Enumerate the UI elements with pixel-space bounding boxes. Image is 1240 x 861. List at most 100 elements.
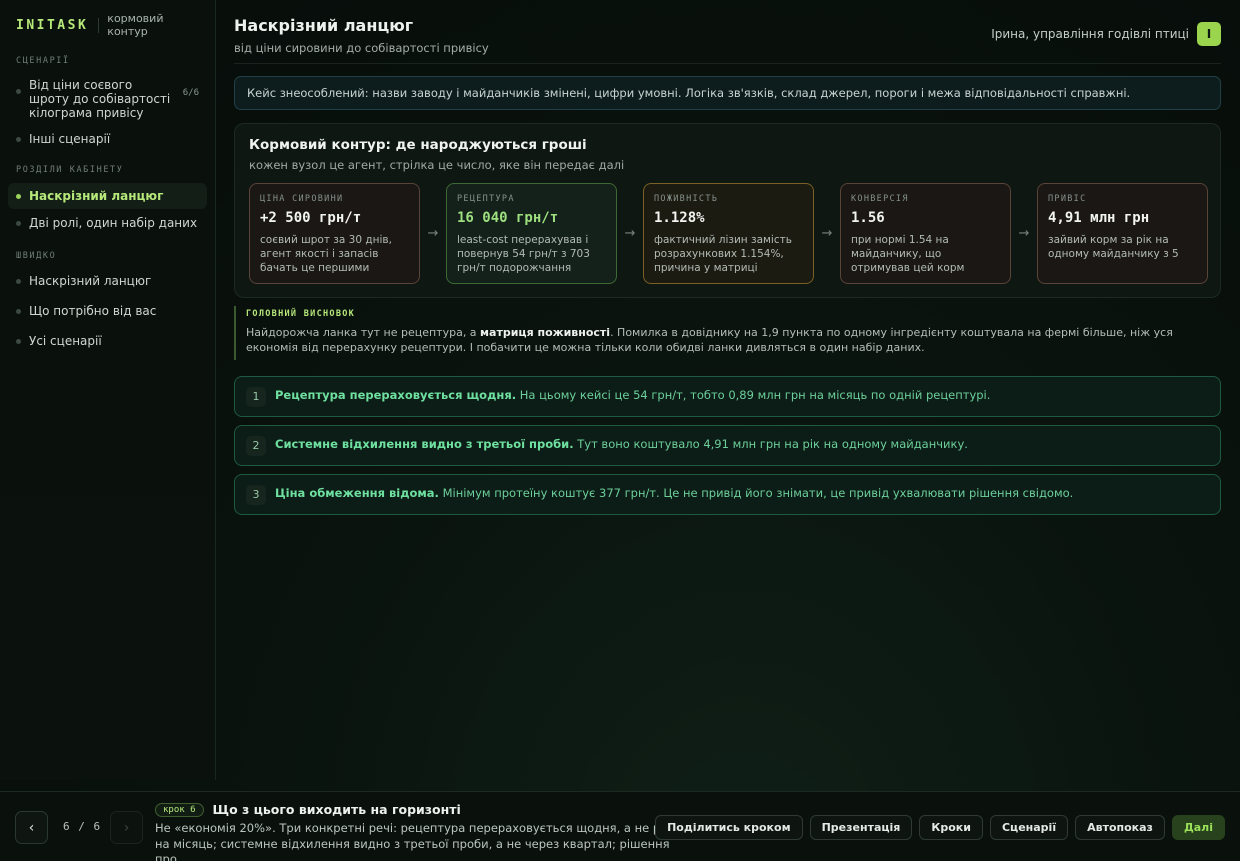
autoplay-button[interactable]: Автопоказ: [1075, 815, 1165, 840]
node-value: 1.128%: [654, 210, 705, 226]
point-body: Тут воно коштувало 4,91 млн грн на рік н…: [573, 437, 968, 451]
arrow-right-icon: →: [427, 226, 439, 241]
node-raw-material-price[interactable]: ЦІНА СИРОВИНИ +2 500 грн/т соєвий шрот з…: [249, 183, 420, 284]
point-lead: Ціна обмеження відома.: [275, 486, 439, 500]
brand-divider: [98, 17, 100, 33]
sidebar-item-label: Наскрізний ланцюг: [29, 189, 164, 203]
sidebar-item-label: Інші сценарії: [29, 132, 111, 146]
node-description: соєвий шрот за 30 днів, агент якості і з…: [260, 234, 392, 274]
arrow-right-icon: →: [821, 226, 833, 241]
step-title: Що з цього виходить на горизонті: [212, 802, 461, 817]
point-number: 2: [246, 435, 266, 456]
prev-step-button[interactable]: ‹: [15, 811, 48, 844]
node-nutrition[interactable]: ПОЖИВНІСТЬ 1.128% фактичний лізин заміст…: [643, 183, 814, 284]
node-value: 16 040 грн/т: [457, 210, 559, 226]
conclusion-label: ГОЛОВНИЙ ВИСНОВОК: [246, 309, 356, 319]
point-lead: Рецептура перераховується щодня.: [275, 388, 517, 402]
key-point: 3 Ціна обмеження відома. Мінімум протеїн…: [234, 474, 1221, 515]
node-value: 1.56: [851, 210, 885, 226]
key-point: 1 Рецептура перераховується щодня. На ць…: [234, 376, 1221, 417]
sidebar-item-scenario-soy[interactable]: Від ціни соєвого шроту до собівартості к…: [8, 74, 207, 125]
bullet-icon: [16, 194, 21, 199]
node-description: при нормі 1.54 на майданчику, що отримув…: [851, 234, 965, 274]
step-header: крок 6 Що з цього виходить на горизонті: [155, 802, 675, 817]
brand-logo: INITASK: [16, 17, 89, 33]
share-step-button[interactable]: Поділитись кроком: [655, 815, 803, 840]
sidebar-item-what-we-need[interactable]: Що потрібно від вас: [8, 299, 207, 323]
avatar[interactable]: І: [1197, 22, 1221, 46]
conclusion-text: Найдорожча ланка тут не рецептура, а мат…: [246, 325, 1221, 355]
sidebar-item-other-scenarios[interactable]: Інші сценарії: [8, 127, 207, 151]
arrow-right-icon: →: [624, 226, 636, 241]
node-conversion[interactable]: КОНВЕРСІЯ 1.56 при нормі 1.54 на майданч…: [840, 183, 1011, 284]
step-actions: Поділитись кроком Презентація Кроки Сцен…: [648, 815, 1225, 840]
current-step: крок 6 Що з цього виходить на горизонті …: [155, 802, 675, 861]
contour-subtitle: кожен вузол це агент, стрілка це число, …: [249, 158, 625, 172]
node-description: зайвий корм за рік на одному майданчику …: [1048, 234, 1179, 260]
page-header: Наскрізний ланцюг від ціни сировини до с…: [234, 0, 1221, 64]
node-label: КОНВЕРСІЯ: [851, 194, 909, 204]
sidebar-item-all-scenarios[interactable]: Усі сценарії: [8, 329, 207, 353]
step-pager: 6 / 6: [63, 820, 102, 833]
sidebar-item-label: Наскрізний ланцюг: [29, 274, 152, 288]
sidebar-item-two-roles[interactable]: Дві ролі, один набір даних: [8, 211, 207, 235]
contour-title: Кормовий контур: де народжуються гроші: [249, 137, 587, 153]
node-label: ПРИВІС: [1048, 194, 1087, 204]
brand-subtitle: кормовий контур: [107, 12, 164, 38]
bullet-icon: [16, 339, 21, 344]
step-text: Не «економія 20%». Три конкретні речі: р…: [155, 821, 674, 861]
point-text: Системне відхилення видно з третьої проб…: [275, 437, 968, 451]
sidebar-item-end-to-end-chain[interactable]: Наскрізний ланцюг: [8, 183, 207, 209]
user-name: Ірина, управління годівлі птиці: [991, 27, 1189, 41]
node-label: РЕЦЕПТУРА: [457, 194, 515, 204]
conclusion-text-part: Найдорожча ланка тут не рецептура, а: [246, 326, 481, 339]
node-label: ЦІНА СИРОВИНИ: [260, 194, 344, 204]
node-value: 4,91 млн грн: [1048, 210, 1150, 226]
point-text: Ціна обмеження відома. Мінімум протеїну …: [275, 486, 1073, 500]
sidebar-item-label: Дві ролі, один набір даних: [29, 216, 198, 230]
scenario-progress-count: 6/6: [182, 88, 199, 98]
point-text: Рецептура перераховується щодня. На цьом…: [275, 388, 990, 402]
sidebar: INITASK кормовий контур СЦЕНАРІЇ Від цін…: [0, 0, 216, 780]
bullet-icon: [16, 279, 21, 284]
anonymized-case-notice: Кейс знеособлений: назви заводу і майдан…: [234, 76, 1221, 110]
sidebar-item-label: Усі сценарії: [29, 334, 102, 348]
key-points: 1 Рецептура перераховується щодня. На ць…: [234, 376, 1221, 515]
point-number: 3: [246, 484, 266, 505]
scenarios-button[interactable]: Сценарії: [989, 815, 1069, 840]
presentation-button[interactable]: Презентація: [809, 815, 913, 840]
node-value: +2 500 грн/т: [260, 210, 362, 226]
feed-contour-panel: Кормовий контур: де народжуються гроші к…: [234, 123, 1221, 298]
user-menu[interactable]: Ірина, управління годівлі птиці І: [991, 22, 1221, 46]
point-number: 1: [246, 386, 266, 407]
main-content: Наскрізний ланцюг від ціни сировини до с…: [234, 0, 1221, 515]
point-lead: Системне відхилення видно з третьої проб…: [275, 437, 574, 451]
sidebar-item-label: Від ціни соєвого шроту до собівартості к…: [29, 78, 171, 120]
sections-section-title: РОЗДІЛИ КАБІНЕТУ: [16, 165, 124, 175]
quick-section-title: ШВИДКО: [16, 251, 57, 261]
bullet-icon: [16, 221, 21, 226]
sidebar-item-label: Що потрібно від вас: [29, 304, 157, 318]
node-description: фактичний лізин замість розрахункових 1.…: [654, 234, 792, 274]
contour-nodes: ЦІНА СИРОВИНИ +2 500 грн/т соєвий шрот з…: [249, 183, 1208, 284]
brand[interactable]: INITASK кормовий контур: [8, 12, 207, 38]
point-body: На цьому кейсі це 54 грн/т, тобто 0,89 м…: [516, 388, 991, 402]
scenarios-section-title: СЦЕНАРІЇ: [16, 56, 70, 66]
conclusion-highlight: матриця поживності: [480, 326, 611, 339]
main-conclusion: ГОЛОВНИЙ ВИСНОВОК Найдорожча ланка тут н…: [234, 306, 1221, 360]
arrow-right-icon: →: [1018, 226, 1030, 241]
next-step-button[interactable]: ›: [110, 811, 143, 844]
steps-button[interactable]: Кроки: [919, 815, 983, 840]
node-weight-gain[interactable]: ПРИВІС 4,91 млн грн зайвий корм за рік н…: [1037, 183, 1208, 284]
step-badge: крок 6: [155, 802, 204, 817]
bullet-icon: [16, 89, 21, 94]
node-description: least-cost перерахував і повернув 54 грн…: [457, 234, 590, 274]
bullet-icon: [16, 309, 21, 314]
next-button[interactable]: Далі: [1171, 815, 1225, 840]
node-label: ПОЖИВНІСТЬ: [654, 194, 719, 204]
node-recipe[interactable]: РЕЦЕПТУРА 16 040 грн/т least-cost перера…: [446, 183, 617, 284]
bullet-icon: [16, 137, 21, 142]
sidebar-item-quick-chain[interactable]: Наскрізний ланцюг: [8, 269, 207, 293]
key-point: 2 Системне відхилення видно з третьої пр…: [234, 425, 1221, 466]
step-navigation-bar: ‹ 6 / 6 › крок 6 Що з цього виходить на …: [0, 791, 1240, 861]
